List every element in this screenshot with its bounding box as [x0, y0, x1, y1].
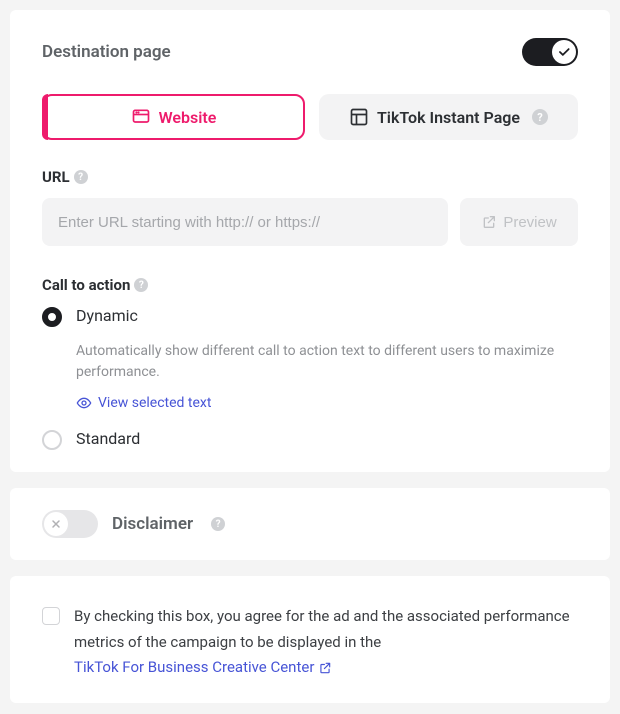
disclaimer-title: Disclaimer — [112, 514, 193, 534]
cta-label-row: Call to action ? — [42, 276, 578, 294]
destination-tabs: Website TikTok Instant Page ? — [42, 94, 578, 140]
external-link-icon — [318, 661, 332, 675]
url-label-row: URL ? — [42, 168, 578, 186]
url-input[interactable] — [42, 198, 448, 246]
tab-website-label: Website — [159, 108, 217, 127]
disclaimer-card: Disclaimer ? — [10, 488, 610, 560]
agreement-text-before: By checking this box, you agree for the … — [74, 607, 570, 651]
tab-instant-page[interactable]: TikTok Instant Page ? — [319, 94, 578, 140]
agreement-checkbox[interactable] — [42, 607, 60, 625]
toggle-knob — [552, 40, 576, 64]
radio-dynamic-input[interactable] — [42, 307, 62, 327]
instant-page-icon — [349, 107, 369, 127]
destination-card: Destination page Website TikTok Instant … — [10, 10, 610, 472]
agreement-card: By checking this box, you agree for the … — [10, 576, 610, 703]
website-icon — [131, 107, 151, 127]
help-icon[interactable]: ? — [134, 278, 148, 292]
view-selected-text-link[interactable]: View selected text — [76, 395, 211, 411]
toggle-knob — [44, 512, 68, 536]
disclaimer-toggle[interactable] — [42, 510, 98, 538]
agreement-text: By checking this box, you agree for the … — [74, 604, 578, 681]
creative-center-link-label: TikTok For Business Creative Center — [74, 655, 314, 681]
radio-standard-input[interactable] — [42, 430, 62, 450]
agreement-row: By checking this box, you agree for the … — [42, 604, 578, 681]
radio-dynamic[interactable]: Dynamic — [42, 306, 578, 327]
external-link-icon — [481, 214, 497, 230]
radio-standard-label: Standard — [76, 429, 140, 448]
radio-standard[interactable]: Standard — [42, 429, 578, 450]
eye-icon — [76, 395, 92, 411]
destination-header: Destination page — [42, 38, 578, 66]
help-icon[interactable]: ? — [74, 170, 88, 184]
tab-instant-label: TikTok Instant Page — [377, 108, 520, 127]
creative-center-link[interactable]: TikTok For Business Creative Center — [74, 655, 332, 681]
url-label: URL — [42, 168, 70, 186]
preview-label: Preview — [503, 214, 556, 231]
destination-toggle[interactable] — [522, 38, 578, 66]
check-icon — [557, 45, 571, 59]
disclaimer-row: Disclaimer ? — [42, 510, 578, 538]
destination-title: Destination page — [42, 42, 171, 62]
preview-button[interactable]: Preview — [460, 198, 578, 246]
help-icon[interactable]: ? — [532, 109, 548, 125]
dynamic-description: Automatically show different call to act… — [76, 341, 578, 383]
cta-label: Call to action — [42, 276, 130, 294]
view-selected-text-label: View selected text — [98, 395, 211, 411]
tab-website[interactable]: Website — [42, 94, 305, 140]
help-icon[interactable]: ? — [211, 517, 225, 531]
close-icon — [50, 518, 62, 530]
radio-dynamic-label: Dynamic — [76, 306, 138, 325]
url-row: Preview — [42, 198, 578, 246]
